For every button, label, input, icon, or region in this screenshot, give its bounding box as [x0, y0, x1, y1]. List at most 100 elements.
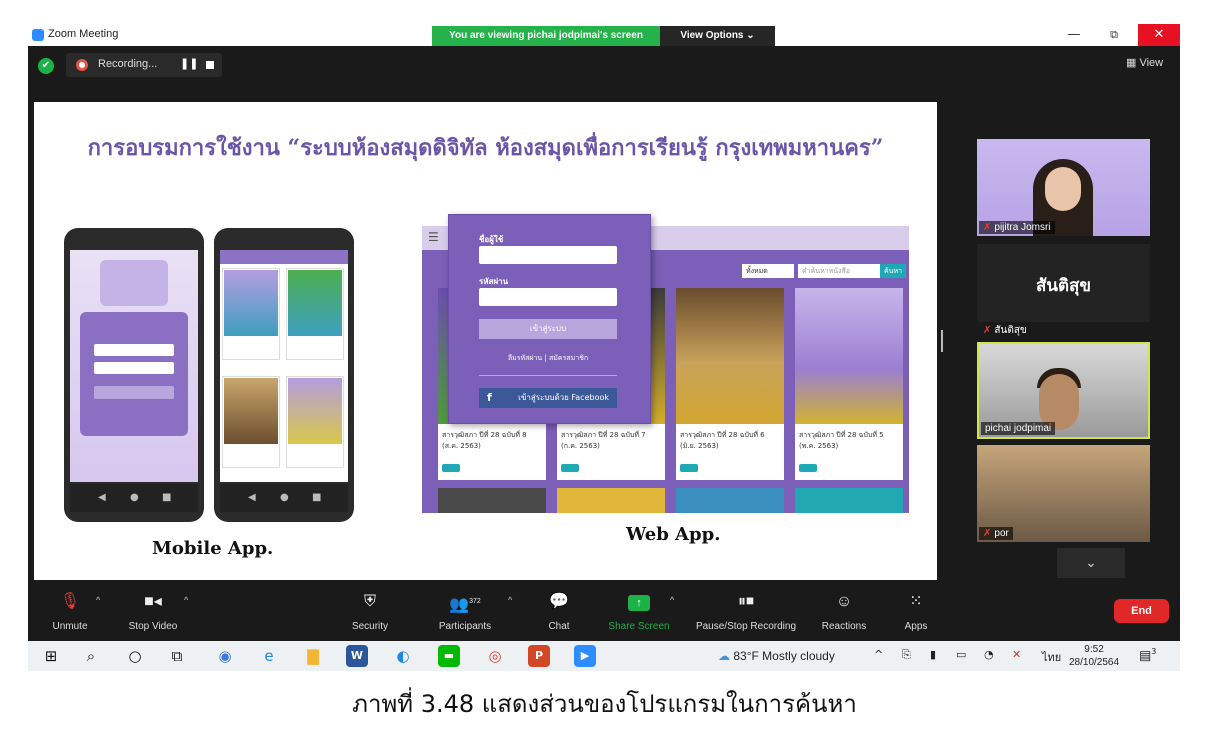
phone-book-card[interactable] — [222, 268, 280, 360]
end-meeting-button[interactable]: End — [1114, 599, 1169, 623]
phone-login-form — [80, 312, 188, 436]
book-caption: สารวุฒิสภา ปีที่ 28 ฉบับที่ 7 (ก.ค. 2563… — [561, 431, 646, 450]
book-cover-image — [224, 378, 278, 444]
phone-app-header — [220, 250, 348, 264]
pause-stop-icon: ⏸⏹ — [737, 593, 754, 610]
chevron-up-icon[interactable]: ^ — [874, 648, 883, 661]
username-input[interactable] — [479, 246, 617, 264]
phone-book-card[interactable] — [286, 376, 344, 468]
panel-resize-handle[interactable] — [941, 330, 943, 352]
home-icon: ● — [130, 492, 139, 503]
tray-app-icon[interactable]: ⎘ — [902, 648, 911, 662]
phone-screen — [220, 250, 348, 482]
chrome-icon[interactable]: ◎ — [484, 645, 506, 667]
phone-password-field[interactable] — [94, 362, 174, 374]
book-card-partial[interactable] — [438, 488, 546, 513]
volume-muted-icon[interactable]: ✕ — [1012, 648, 1021, 661]
phone-book-card[interactable] — [222, 376, 280, 468]
book-card-partial[interactable] — [557, 488, 665, 513]
grid-icon: ▦ — [1126, 57, 1140, 69]
participant-tile[interactable]: ✗ pijitra Jomsri — [977, 139, 1150, 236]
chevron-down-icon[interactable]: ⌄ — [1057, 548, 1125, 578]
chevron-up-icon[interactable]: ^ — [670, 595, 674, 605]
globe-app-icon[interactable]: ◉ — [214, 645, 236, 667]
book-card-partial[interactable] — [795, 488, 903, 513]
view-count-badge — [799, 464, 817, 472]
notification-center-icon[interactable]: ▤3 — [1139, 647, 1157, 665]
phone-book-card[interactable] — [286, 268, 344, 360]
pause-recording-label: Pause/Stop Recording — [695, 621, 797, 632]
file-explorer-icon[interactable]: ▇ — [302, 645, 324, 667]
close-button[interactable]: ✕ — [1138, 24, 1180, 46]
facebook-login-button[interactable]: f เข้าสู่ระบบด้วย Facebook — [479, 388, 617, 408]
chevron-up-icon[interactable]: ^ — [508, 595, 512, 605]
edge-icon[interactable]: ◐ — [392, 645, 414, 667]
category-filter-select[interactable]: ทั้งหมด — [742, 264, 794, 278]
shield-icon: ⛨ — [363, 593, 376, 610]
battery-icon[interactable]: ▭ — [956, 648, 966, 661]
participants-button[interactable]: 👥372 Participants ^ — [432, 589, 512, 641]
password-input[interactable] — [479, 288, 617, 306]
unmute-label: Unmute — [52, 621, 88, 632]
book-card[interactable]: สารวุฒิสภา ปีที่ 28 ฉบับที่ 6 (มิ.ย. 256… — [676, 288, 784, 480]
task-view-icon[interactable]: ⧉ — [166, 645, 188, 667]
stop-video-button[interactable]: ■◂ Stop Video ^ — [122, 589, 189, 641]
view-options-button[interactable]: View Options ⌄ — [660, 26, 775, 46]
restore-button[interactable]: ⧉ — [1094, 24, 1134, 46]
chevron-up-icon[interactable]: ^ — [96, 595, 100, 605]
search-icon[interactable]: ⌕ — [80, 645, 102, 667]
book-caption: สารวุฒิสภา ปีที่ 28 ฉบับที่ 8 (ส.ค. 2563… — [442, 431, 527, 450]
phone-login-button[interactable] — [94, 386, 174, 399]
share-arrow-icon: ↑ — [604, 589, 674, 615]
cortana-icon[interactable]: ○ — [124, 645, 146, 667]
stop-recording-button[interactable] — [206, 61, 214, 69]
zoom-taskbar-icon[interactable]: ▶ — [574, 645, 596, 667]
facebook-login-label: เข้าสู่ระบบด้วย Facebook — [518, 393, 609, 402]
share-screen-button[interactable]: ↑ Share Screen ^ — [604, 589, 674, 641]
facebook-icon: f — [487, 391, 492, 404]
home-icon: ● — [280, 492, 289, 503]
book-card[interactable]: สารวุฒิสภา ปีที่ 28 ฉบับที่ 5 (พ.ค. 2563… — [795, 288, 903, 480]
mic-muted-icon: 🎙 — [59, 593, 81, 610]
book-card-partial[interactable] — [676, 488, 784, 513]
usb-icon[interactable]: ▮ — [930, 648, 936, 661]
apps-button[interactable]: ⁙ Apps — [896, 589, 936, 641]
internet-explorer-icon[interactable]: e — [258, 645, 280, 667]
word-icon[interactable]: W — [346, 645, 368, 667]
system-clock[interactable]: 9:52 28/10/2564 — [1069, 643, 1119, 669]
phone-username-field[interactable] — [94, 344, 174, 356]
wifi-icon[interactable]: ◔ — [984, 648, 994, 661]
login-submit-button[interactable]: เข้าสู่ระบบ — [479, 319, 617, 339]
reactions-button[interactable]: ☺ Reactions — [816, 589, 872, 641]
participant-tile[interactable]: สันติสุข — [977, 244, 1150, 324]
pause-stop-recording-button[interactable]: ⏸⏹ Pause/Stop Recording — [690, 589, 802, 641]
participants-label: Participants — [438, 621, 492, 632]
recording-indicator: Recording... ❚❚ — [66, 53, 222, 77]
book-cover-image — [288, 270, 342, 336]
line-icon[interactable]: ▬ — [438, 645, 460, 667]
active-speaker-tile[interactable]: pichai jodpimai — [977, 342, 1150, 439]
illustration-image — [100, 260, 168, 306]
divider — [479, 375, 617, 376]
security-label: Security — [351, 621, 389, 632]
security-button[interactable]: ⛨ Security — [346, 589, 394, 641]
weather-widget[interactable]: ☁ 83°F Mostly cloudy — [718, 649, 835, 663]
input-language[interactable]: ไทย — [1042, 648, 1061, 666]
chevron-up-icon[interactable]: ^ — [184, 595, 188, 605]
unmute-button[interactable]: 🎙 Unmute ^ — [42, 589, 100, 641]
forgot-register-links[interactable]: ลืมรหัสผ่าน | สมัครสมาชิก — [479, 353, 617, 364]
view-button[interactable]: ▦ View — [1126, 56, 1163, 69]
shield-icon[interactable]: ✔ — [38, 58, 54, 74]
phone-screen — [70, 250, 198, 482]
web-search-button[interactable]: ค้นหา — [880, 264, 906, 278]
powerpoint-icon[interactable]: P — [528, 645, 550, 667]
pause-recording-button[interactable]: ❚❚ — [180, 57, 198, 70]
participant-tile[interactable]: ✗ por — [977, 445, 1150, 542]
recording-dot-icon — [76, 59, 88, 71]
chat-button[interactable]: 💬 Chat — [542, 589, 576, 641]
web-search-input[interactable]: คำค้นหาหนังสือ — [798, 264, 880, 278]
hamburger-menu-icon[interactable]: ☰ — [428, 230, 439, 244]
windows-start-icon[interactable]: ⊞ — [40, 645, 62, 667]
minimize-button[interactable]: — — [1054, 24, 1094, 46]
recording-label: Recording... — [98, 58, 158, 70]
